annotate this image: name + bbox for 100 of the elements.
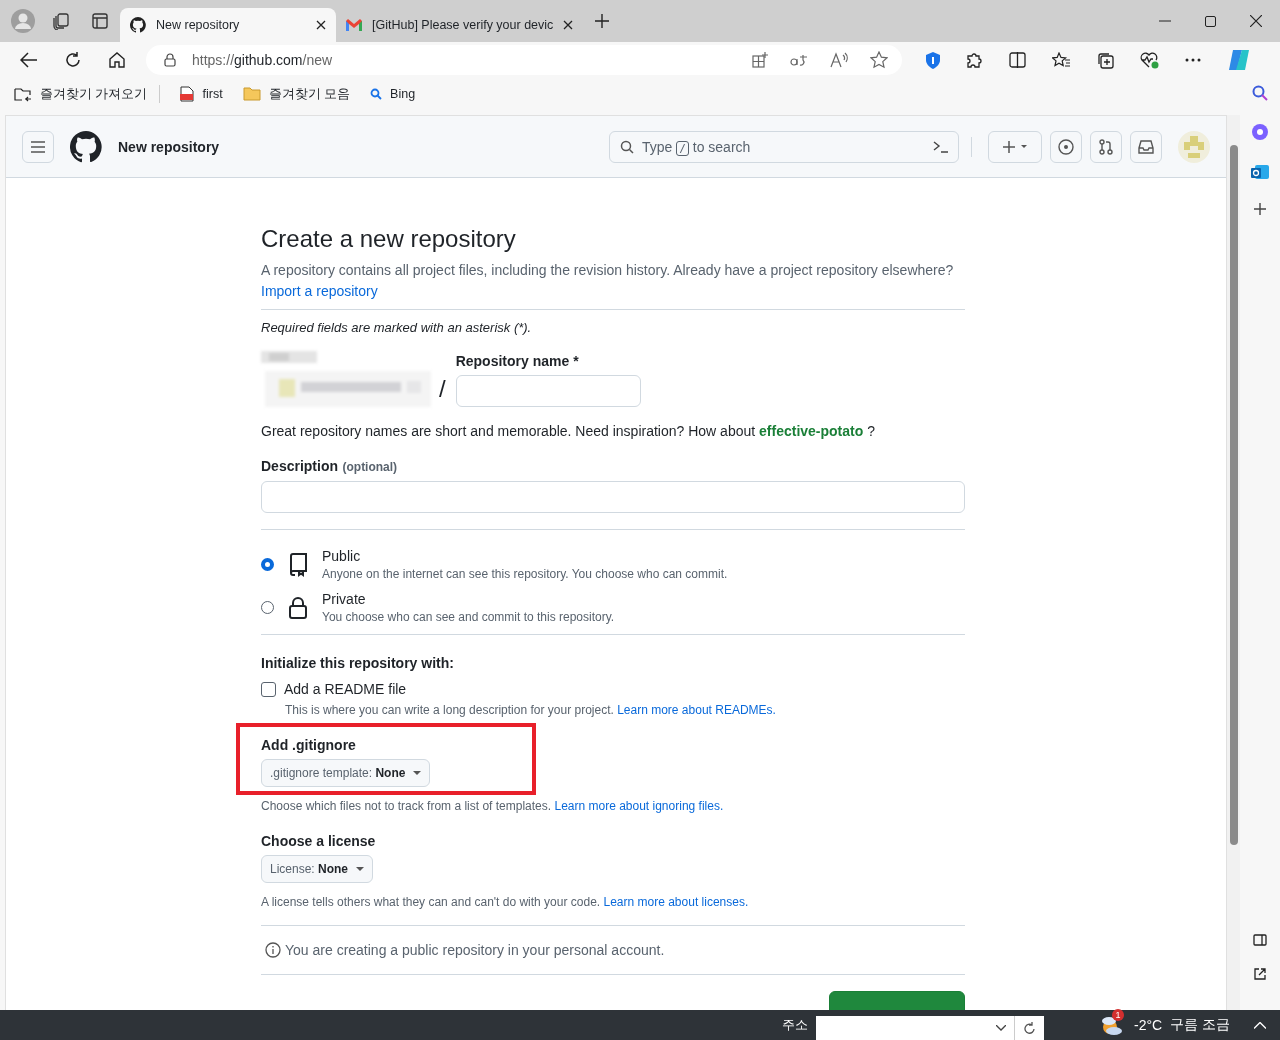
checkbox-label: Add a README file	[284, 681, 407, 697]
back-icon[interactable]	[20, 52, 38, 68]
star-icon[interactable]	[870, 51, 888, 69]
license-hint: A license tells others what they can and can't do with your code. Learn more about licenses.	[261, 895, 750, 909]
section-heading: Add .gitignore	[261, 737, 357, 753]
field-label: Description	[261, 458, 338, 474]
scrollbar[interactable]	[1227, 115, 1240, 1010]
inbox-icon	[1138, 139, 1154, 154]
address-bar[interactable]: https://github.com/new	[146, 45, 902, 75]
field-label: Repository name *	[455, 353, 580, 369]
lock-icon	[288, 595, 308, 620]
browser-tab[interactable]: [GitHub] Please verify your devic	[336, 8, 584, 42]
address-label: 주소	[782, 1016, 808, 1034]
menu-icon	[31, 140, 45, 153]
refresh-icon	[1024, 1022, 1035, 1034]
browser-tab[interactable]: New repository	[120, 8, 336, 42]
address-field[interactable]	[816, 1016, 1014, 1040]
external-link-icon[interactable]	[1254, 968, 1266, 980]
option-description: Anyone on the internet can see this repository. You choose who can commit.	[322, 567, 728, 581]
issue-icon	[1058, 138, 1074, 155]
issues-button[interactable]	[1050, 130, 1082, 163]
bookmark[interactable]: 즐겨찾기 가져오기	[14, 85, 161, 103]
tab-title: [GitHub] Please verify your devic	[372, 18, 554, 32]
collections-icon[interactable]	[1096, 51, 1114, 69]
chevron-up-icon[interactable]	[1254, 1021, 1267, 1029]
plus-caret-icon	[1003, 140, 1027, 153]
pull-requests-button[interactable]	[1090, 130, 1122, 163]
workspaces-icon[interactable]	[52, 12, 70, 30]
refresh-icon[interactable]	[64, 51, 82, 69]
license-dropdown[interactable]: License: None	[261, 855, 374, 883]
tab-title: New repository	[156, 18, 241, 32]
readme-hint: This is where you can write a long description for your project. Learn more about READMEs.	[285, 703, 777, 717]
extensions-icon[interactable]	[966, 51, 983, 69]
page-title: New repository	[118, 138, 220, 155]
section-heading: Choose a license	[261, 833, 377, 849]
gitignore-hint: Choose which files not to track from a list of templates. Learn more about ignoring files.	[261, 799, 725, 813]
mail-icon	[346, 19, 362, 31]
info-note: You are creating a public repository in your personal account.	[285, 942, 665, 958]
license-link[interactable]: Learn more about licenses.	[603, 895, 749, 909]
folder-icon	[242, 87, 261, 101]
close-icon[interactable]	[316, 20, 326, 30]
section-heading: Initialize this repository with:	[261, 655, 455, 671]
search-icon[interactable]	[1252, 85, 1268, 101]
bookmark[interactable]: 즐겨찾기 모음	[242, 85, 351, 103]
weather-condition: 구름 조금	[1170, 1016, 1231, 1034]
option-label: Private	[322, 591, 367, 607]
lock-icon	[164, 53, 176, 67]
close-icon[interactable]	[563, 20, 574, 30]
favorites-icon[interactable]	[1052, 52, 1070, 68]
repository-name-field[interactable]	[455, 375, 641, 407]
gitignore-dropdown[interactable]: .gitignore template: None	[261, 759, 431, 787]
create-new-button[interactable]	[988, 130, 1042, 163]
info-icon	[265, 942, 281, 958]
search-field[interactable]: Type / to search	[609, 130, 959, 163]
tab-actions-icon[interactable]	[92, 13, 108, 29]
folder-import-icon	[14, 86, 32, 102]
import-link[interactable]: Import a repository	[261, 283, 378, 299]
home-icon[interactable]	[108, 51, 126, 69]
app-add-icon[interactable]	[752, 52, 768, 68]
go-button[interactable]	[1014, 1016, 1044, 1040]
add-icon[interactable]	[1254, 203, 1266, 215]
caret-icon	[356, 867, 365, 871]
bookmark[interactable]: first	[180, 86, 223, 102]
bookmark[interactable]: Bing	[370, 87, 416, 101]
command-palette-icon[interactable]	[933, 140, 948, 153]
inbox-button[interactable]	[1130, 130, 1162, 163]
radio-button[interactable]	[261, 558, 274, 571]
caret-icon	[413, 771, 422, 775]
gitignore-link[interactable]: Learn more about ignoring files.	[554, 799, 724, 813]
readme-link[interactable]: Learn more about READMEs.	[617, 703, 776, 717]
option-label: Public	[322, 548, 362, 564]
option-description: You choose who can see and commit to this repository.	[322, 610, 615, 624]
read-aloud-icon[interactable]	[830, 52, 848, 68]
intro-text: A repository contains all project files, including the revision history. Already have a project repository elsewhere?	[261, 261, 955, 280]
search-icon	[370, 88, 383, 100]
split-screen-icon[interactable]	[1009, 52, 1026, 68]
new-tab-icon[interactable]	[595, 14, 610, 28]
translate-icon[interactable]	[790, 53, 808, 67]
chevron-down-icon	[996, 1025, 1006, 1031]
outlook-icon[interactable]	[1251, 163, 1269, 181]
repository-icon	[288, 552, 308, 577]
pull-request-icon	[1099, 138, 1113, 155]
menu-button[interactable]	[22, 130, 54, 163]
name-hint: Great repository names are short and memorable. Need inspiration? How about effective-potato ?	[261, 423, 876, 439]
search-icon	[620, 139, 634, 154]
description-field[interactable]	[261, 481, 965, 513]
more-icon[interactable]	[1185, 58, 1201, 62]
github-icon	[130, 17, 146, 33]
close-icon[interactable]	[1250, 15, 1262, 27]
github-logo-icon[interactable]	[70, 130, 102, 163]
temperature: -2°C	[1134, 1017, 1163, 1033]
pdf-icon	[180, 86, 195, 102]
heading: Create a new repository	[261, 224, 517, 254]
heart-monitor-icon[interactable]	[1140, 51, 1159, 69]
optional-label: (optional)	[342, 460, 398, 474]
sidebar-icon[interactable]	[1253, 934, 1267, 946]
checkbox[interactable]	[261, 681, 276, 697]
shield-icon[interactable]	[926, 51, 940, 69]
required-note: Required fields are marked with an asterisk (*).	[261, 320, 533, 335]
maximize-icon[interactable]	[1205, 15, 1216, 27]
